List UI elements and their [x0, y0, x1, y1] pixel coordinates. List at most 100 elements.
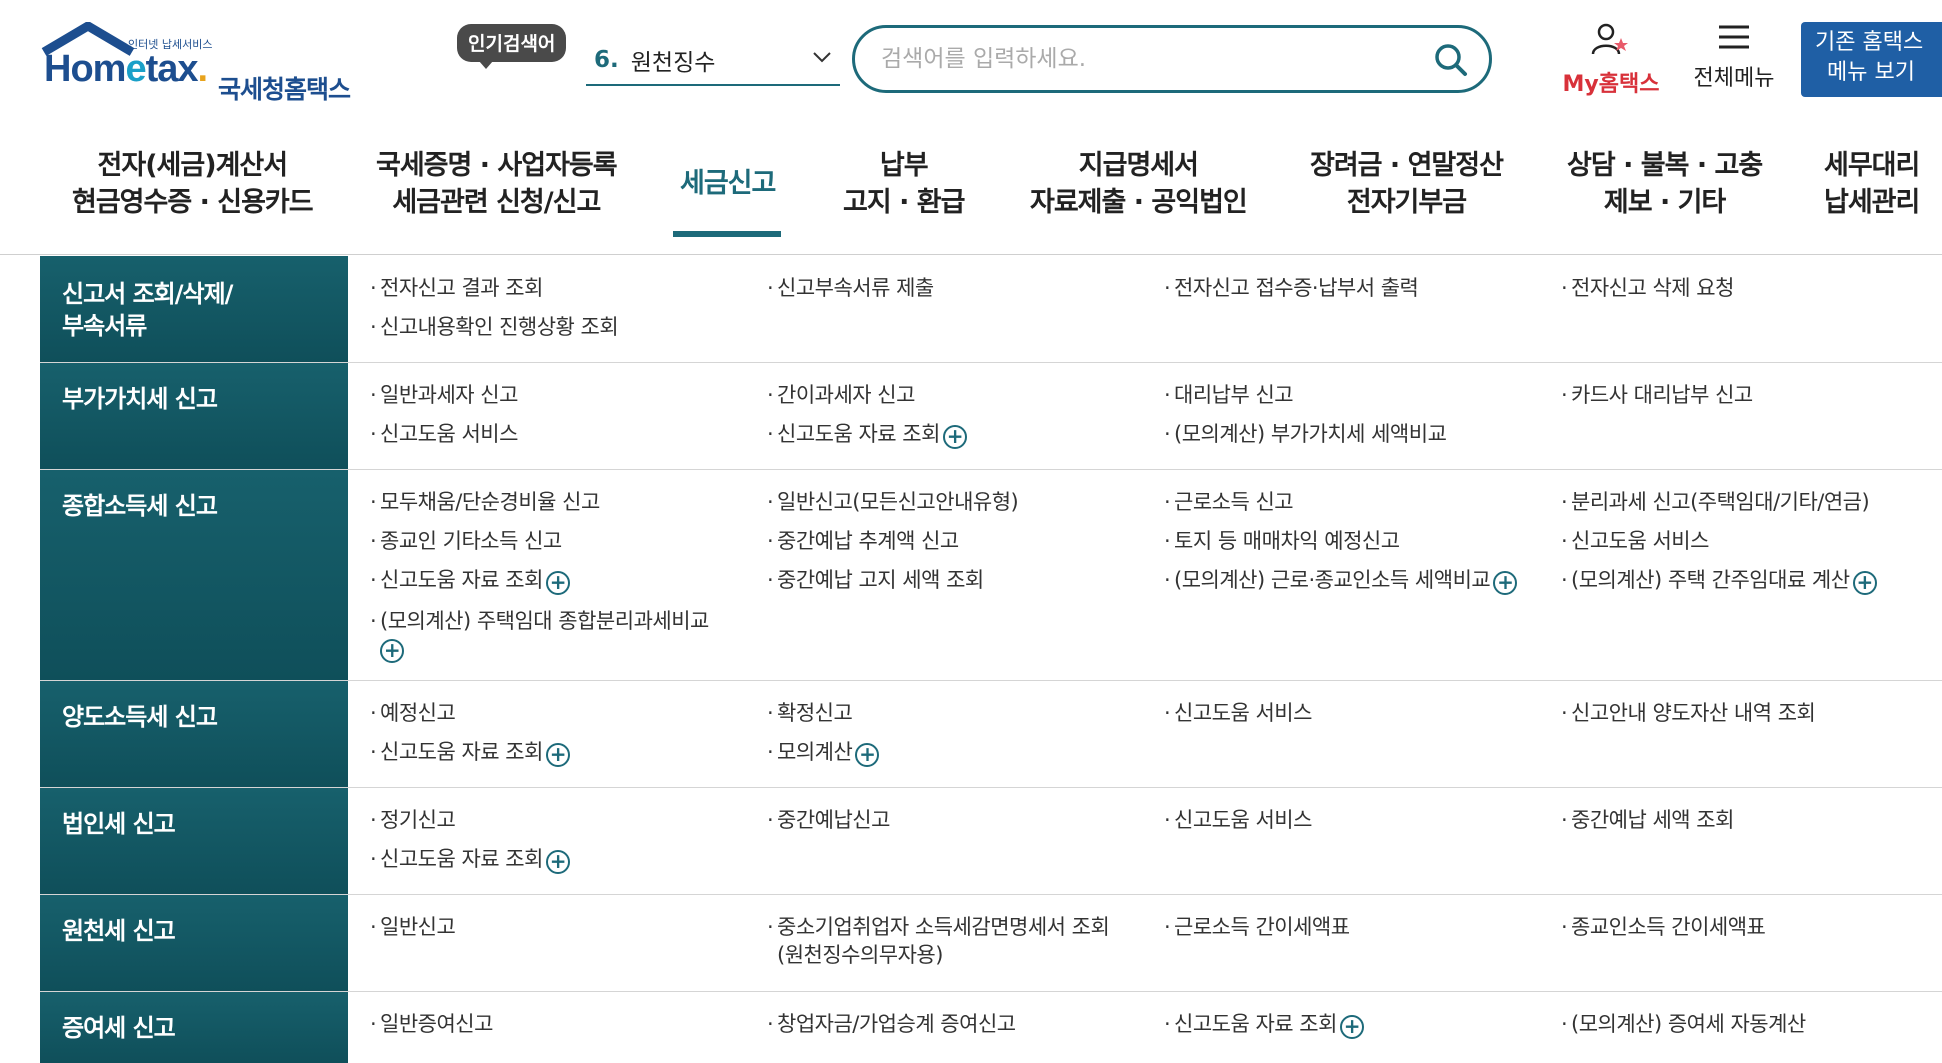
popular-keyword-dropdown[interactable]: 6. 원천징수 [586, 36, 840, 86]
link-simplified-taxpayer[interactable]: 간이과세자 신고 [767, 381, 915, 409]
row-title[interactable]: 부가가치세 신고 [62, 383, 218, 415]
link-separate-taxation[interactable]: 분리과세 신고(주택임대/기타/연금) [1561, 488, 1870, 516]
link-deemed-rent-simulation[interactable]: (모의계산) 주택 간주임대료 계산+ [1561, 566, 1877, 595]
row-header [40, 681, 348, 787]
row-header [40, 363, 348, 469]
link-help-service[interactable]: 신고도움 서비스 [1164, 699, 1312, 727]
link-vat-simulation[interactable]: (모의계산) 부가가치세 세액비교 [1164, 420, 1447, 448]
main-navigation: 전자(세금)계산서 현금영수증 · 신용카드 국세증명 · 사업자등록 세금관련 신… [0, 125, 1942, 255]
tax-filing-submenu: 신고서 조회/삭제/부속서류 전자신고 결과 조회 신고부속서류 제출 전자신고… [40, 256, 1942, 1063]
link-help-service[interactable]: 신고도움 서비스 [370, 420, 518, 448]
submenu-row-capital-gains: 양도소득세 신고 예정신고 확정신고 신고도움 서비스 신고안내 양도자산 내역… [40, 681, 1942, 788]
row-title[interactable]: 양도소득세 신고 [62, 701, 218, 733]
link-gift-tax-simulation[interactable]: (모의계산) 증여세 자동계산 [1561, 1010, 1806, 1038]
nav-certificate-registration[interactable]: 국세증명 · 사업자등록 세금관련 신청/신고 [376, 147, 618, 221]
link-startup-succession[interactable]: 창업자금/가업승계 증여신고 [767, 1010, 1016, 1038]
nav-payment[interactable]: 납부 고지 · 환급 [843, 147, 965, 221]
expand-plus-icon[interactable]: + [1493, 571, 1518, 595]
link-regular-report[interactable]: 정기신고 [370, 806, 456, 834]
expand-plus-icon[interactable]: + [1852, 571, 1877, 595]
search-icon[interactable] [1433, 42, 1469, 78]
link-help-data[interactable]: 신고도움 자료 조회+ [1164, 1010, 1364, 1039]
link-interim-tax-inquiry[interactable]: 중간예납 세액 조회 [1561, 806, 1734, 834]
row-title[interactable]: 법인세 신고 [62, 808, 176, 840]
link-earned-simple-table[interactable]: 근로소득 간이세액표 [1164, 913, 1350, 941]
link-interim-estimate[interactable]: 중간예납 추계액 신고 [767, 527, 959, 555]
row-header [40, 788, 348, 894]
link-general-report[interactable]: 일반신고(모든신고안내유형) [767, 488, 1019, 516]
row-title[interactable]: 종합소득세 신고 [62, 490, 218, 522]
hometax-logo[interactable]: 인터넷 납세서비스 Hometax. 국세청홈택스 [40, 22, 370, 104]
link-help-data[interactable]: 신고도움 자료 조회+ [370, 566, 570, 595]
row-title[interactable]: 증여세 신고 [62, 1012, 176, 1044]
nav-incentive-yearend[interactable]: 장려금 · 연말정산 전자기부금 [1310, 147, 1504, 221]
submenu-row-withholding-tax: 원천세 신고 일반신고 중소기업취업자 소득세감면명세서 조회(원천징수의무자용… [40, 895, 1942, 992]
active-tab-indicator [673, 231, 781, 237]
link-interim-report[interactable]: 중간예납신고 [767, 806, 890, 834]
link-preliminary-report[interactable]: 예정신고 [370, 699, 456, 727]
search-bar [852, 25, 1492, 93]
row-title[interactable]: 원천세 신고 [62, 915, 176, 947]
logo-wordmark: Hometax. [44, 48, 208, 90]
expand-plus-icon[interactable]: + [545, 850, 570, 874]
link-transfer-assets[interactable]: 신고안내 양도자산 내역 조회 [1561, 699, 1816, 727]
expand-plus-icon[interactable]: + [855, 743, 880, 767]
popular-keyword-text: 원천징수 [630, 50, 716, 76]
link-progress-status[interactable]: 신고내용확인 진행상황 조회 [370, 313, 619, 341]
link-religious-income[interactable]: 종교인 기타소득 신고 [370, 527, 562, 555]
popular-search-badge: 인기검색어 [457, 24, 567, 69]
nav-consultation[interactable]: 상담 · 불복 · 고충 제보 · 기타 [1567, 147, 1763, 221]
link-land-gain[interactable]: 토지 등 매매차익 예정신고 [1164, 527, 1400, 555]
link-rental-comparison[interactable]: (모의계산) 주택임대 종합분리과세비교+ [370, 607, 709, 663]
nav-tax-filing[interactable]: 세금신고 [680, 165, 776, 202]
all-menu-button[interactable]: 전체메뉴 [1686, 22, 1782, 92]
old-menu-line1: 기존 홈택스 [1815, 30, 1924, 55]
link-religious-simple-table[interactable]: 종교인소득 간이세액표 [1561, 913, 1766, 941]
user-star-icon [1591, 23, 1628, 55]
nav-tax-agent[interactable]: 세무대리 납세관리 [1824, 147, 1920, 221]
expand-plus-icon[interactable]: + [380, 639, 404, 663]
expand-plus-icon[interactable]: + [545, 743, 570, 767]
link-efiling-result[interactable]: 전자신고 결과 조회 [370, 274, 543, 302]
all-menu-label: 전체메뉴 [1693, 66, 1775, 91]
link-simulation[interactable]: 모의계산+ [767, 738, 880, 767]
row-title[interactable]: 신고서 조회/삭제/부속서류 [62, 278, 233, 342]
submenu-row-income-tax: 종합소득세 신고 모두채움/단순경비율 신고 일반신고(모든신고안내유형) 근로… [40, 470, 1942, 681]
nav-payment-statement[interactable]: 지급명세서 자료제출 · 공익법인 [1030, 147, 1248, 221]
link-proxy-payment[interactable]: 대리납부 신고 [1164, 381, 1294, 409]
link-final-report[interactable]: 확정신고 [767, 699, 853, 727]
my-hometax-label: My홈택스 [1562, 72, 1660, 97]
search-input[interactable] [881, 40, 1411, 78]
link-prefilled-report[interactable]: 모두채움/단순경비율 신고 [370, 488, 600, 516]
link-attach-documents[interactable]: 신고부속서류 제출 [767, 274, 934, 302]
old-menu-line2: 메뉴 보기 [1827, 60, 1915, 85]
nav-tax-invoice[interactable]: 전자(세금)계산서 현금영수증 · 신용카드 [72, 147, 314, 221]
old-hometax-menu-button[interactable]: 기존 홈택스 메뉴 보기 [1801, 22, 1942, 97]
submenu-row-vat: 부가가치세 신고 일반과세자 신고 간이과세자 신고 대리납부 신고 카드사 대… [40, 363, 1942, 470]
submenu-row-gift-tax: 증여세 신고 일반증여신고 창업자금/가업승계 증여신고 신고도움 자료 조회+… [40, 992, 1942, 1063]
chevron-down-icon [813, 52, 831, 63]
link-earned-religious-simulation[interactable]: (모의계산) 근로·종교인소득 세액비교+ [1164, 566, 1518, 595]
link-general-taxpayer[interactable]: 일반과세자 신고 [370, 381, 518, 409]
expand-plus-icon[interactable]: + [545, 571, 570, 595]
link-delete-request[interactable]: 전자신고 삭제 요청 [1561, 274, 1734, 302]
link-help-data[interactable]: 신고도움 자료 조회+ [370, 738, 570, 767]
my-hometax-button[interactable]: My홈택스 [1556, 22, 1666, 98]
link-card-proxy-payment[interactable]: 카드사 대리납부 신고 [1561, 381, 1753, 409]
link-general-gift-report[interactable]: 일반증여신고 [370, 1010, 493, 1038]
expand-plus-icon[interactable]: + [942, 425, 967, 449]
link-earned-income[interactable]: 근로소득 신고 [1164, 488, 1294, 516]
logo-korean-name: 국세청홈택스 [218, 75, 351, 104]
link-sme-reduction[interactable]: 중소기업취업자 소득세감면명세서 조회(원천징수의무자용) [767, 913, 1110, 969]
header: 인터넷 납세서비스 Hometax. 국세청홈택스 인기검색어 6. 원천징수 … [0, 0, 1942, 125]
link-interim-notice[interactable]: 중간예납 고지 세액 조회 [767, 566, 984, 594]
link-help-data[interactable]: 신고도움 자료 조회+ [767, 420, 967, 449]
expand-plus-icon[interactable]: + [1339, 1015, 1364, 1039]
link-general-report[interactable]: 일반신고 [370, 913, 456, 941]
link-help-service[interactable]: 신고도움 서비스 [1164, 806, 1312, 834]
hamburger-menu-icon [1719, 25, 1749, 49]
link-help-data[interactable]: 신고도움 자료 조회+ [370, 845, 570, 874]
link-help-service[interactable]: 신고도움 서비스 [1561, 527, 1709, 555]
link-receipt-print[interactable]: 전자신고 접수증·납부서 출력 [1164, 274, 1419, 302]
popular-keyword-rank: 6. [594, 47, 619, 73]
